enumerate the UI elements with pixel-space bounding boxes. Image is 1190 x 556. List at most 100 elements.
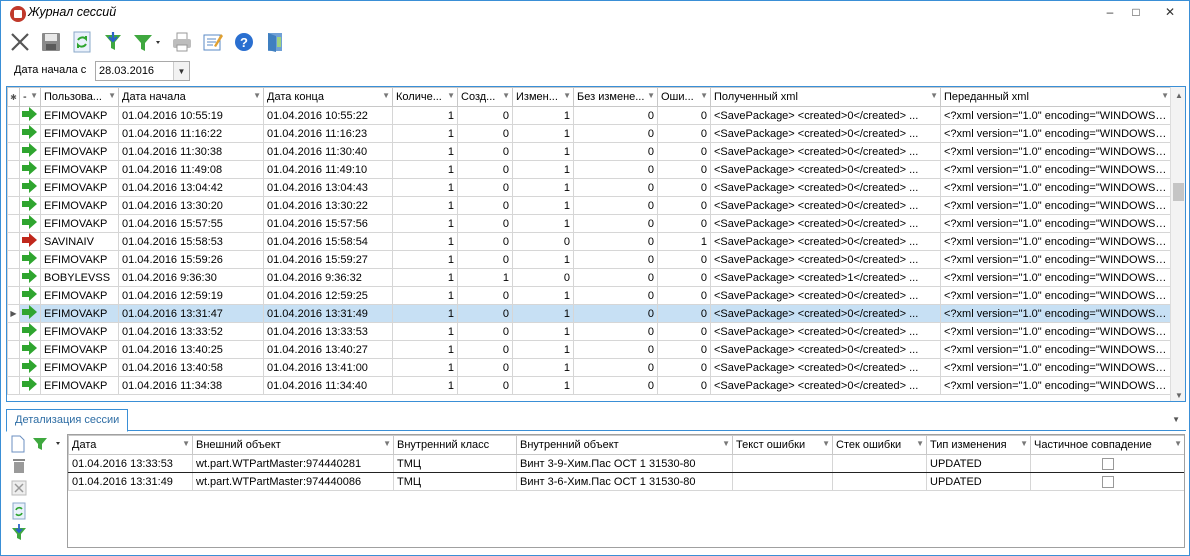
table-row[interactable]: EFIMOVAKP 01.04.2016 13:40:25 01.04.2016 1… xyxy=(7,340,1172,359)
detail-toolbar xyxy=(10,435,64,545)
column-header-created[interactable]: Созд... ▼ xyxy=(457,87,513,107)
table-row[interactable]: EFIMOVAKP 01.04.2016 10:55:19 01.04.2016 1… xyxy=(7,106,1172,125)
row-indicator[interactable]: ▶ xyxy=(7,304,20,323)
maximize-button[interactable]: □ xyxy=(1119,1,1153,23)
column-header-end-date[interactable]: Дата конца ▼ xyxy=(263,87,393,107)
column-header-sent-xml[interactable]: Переданный xml ▼ xyxy=(940,87,1172,107)
row-indicator[interactable] xyxy=(7,124,20,143)
detail-header-error-text[interactable]: Текст ошибки ▼ xyxy=(732,435,833,455)
errors-cell: 0 xyxy=(657,106,711,125)
detail-header-external-object[interactable]: Внешний объект ▼ xyxy=(192,435,394,455)
column-header-errors[interactable]: Оши... ▼ xyxy=(657,87,711,107)
start-date-picker[interactable]: 28.03.2016 ▼ xyxy=(95,61,190,81)
close-window-button[interactable]: ✕ xyxy=(1153,1,1187,23)
table-row[interactable]: EFIMOVAKP 01.04.2016 15:59:26 01.04.2016 1… xyxy=(7,250,1172,269)
table-row[interactable]: EFIMOVAKP 01.04.2016 12:59:19 01.04.2016 1… xyxy=(7,286,1172,305)
filter-icon[interactable] xyxy=(130,29,164,55)
row-indicator[interactable] xyxy=(7,160,20,179)
table-row[interactable]: EFIMOVAKP 01.04.2016 15:57:55 01.04.2016 1… xyxy=(7,214,1172,233)
help-icon[interactable]: ? xyxy=(230,29,257,55)
row-indicator[interactable] xyxy=(7,214,20,233)
filter-icon[interactable] xyxy=(32,436,62,455)
refresh-icon[interactable] xyxy=(11,502,27,523)
detail-header-partial-match[interactable]: Частичное совпадение ▼ xyxy=(1030,435,1184,455)
end-date-cell: 01.04.2016 13:04:43 xyxy=(263,178,393,197)
table-row[interactable]: SAVINAIV 01.04.2016 15:58:53 01.04.2016 15… xyxy=(7,232,1172,251)
table-row[interactable]: EFIMOVAKP 01.04.2016 11:34:38 01.04.2016 1… xyxy=(7,376,1172,395)
column-header-user[interactable]: Пользова... ▼ xyxy=(40,87,119,107)
table-row[interactable]: EFIMOVAKP 01.04.2016 11:16:22 01.04.2016 1… xyxy=(7,124,1172,143)
detail-header-error-stack[interactable]: Стек ошибки ▼ xyxy=(832,435,927,455)
row-indicator[interactable] xyxy=(7,376,20,395)
scroll-up-icon[interactable]: ▲ xyxy=(1171,87,1185,103)
row-indicator[interactable] xyxy=(7,106,20,125)
changed-cell: 1 xyxy=(512,358,574,377)
save-icon[interactable] xyxy=(37,29,64,55)
exit-icon[interactable] xyxy=(261,29,288,55)
column-header-unchanged[interactable]: Без измене... ▼ xyxy=(573,87,658,107)
table-row[interactable]: EFIMOVAKP 01.04.2016 13:40:58 01.04.2016 1… xyxy=(7,358,1172,377)
column-header-count[interactable]: Количе... ▼ xyxy=(392,87,458,107)
chevron-down-icon[interactable]: ▼ xyxy=(173,62,189,80)
scroll-down-icon[interactable]: ▼ xyxy=(1171,387,1185,401)
row-indicator[interactable] xyxy=(7,358,20,377)
changed-cell: 1 xyxy=(512,142,574,161)
row-indicator[interactable] xyxy=(7,142,20,161)
row-indicator[interactable] xyxy=(7,250,20,269)
column-header-status[interactable]: - ▼ xyxy=(19,87,41,107)
table-row[interactable]: ▶ EFIMOVAKP 01.04.2016 13:31:47 01.04.2016 … xyxy=(7,304,1172,323)
start-date-cell: 01.04.2016 15:57:55 xyxy=(118,214,264,233)
row-indicator[interactable] xyxy=(7,196,20,215)
print-icon[interactable] xyxy=(168,29,195,55)
created-cell: 0 xyxy=(457,214,513,233)
start-date-cell: 01.04.2016 9:36:30 xyxy=(118,268,264,287)
sessions-scrollbar[interactable]: ▲ ▼ xyxy=(1170,87,1185,401)
sent-xml-cell: <?xml version="1.0" encoding="WINDOWS-..… xyxy=(940,232,1172,251)
new-document-icon[interactable] xyxy=(10,435,26,456)
user-cell: EFIMOVAKP xyxy=(40,358,119,377)
header-asterisk[interactable]: ✱ xyxy=(7,87,20,107)
detail-header-date[interactable]: Дата ▼ xyxy=(68,435,193,455)
received-xml-cell: <SavePackage> <created>0</created> ... xyxy=(710,232,941,251)
scroll-thumb[interactable] xyxy=(1173,183,1184,201)
row-indicator[interactable] xyxy=(7,232,20,251)
table-row[interactable]: EFIMOVAKP 01.04.2016 13:30:20 01.04.2016 1… xyxy=(7,196,1172,215)
table-row[interactable]: EFIMOVAKP 01.04.2016 13:33:52 01.04.2016 1… xyxy=(7,322,1172,341)
received-xml-cell: <SavePackage> <created>0</created> ... xyxy=(710,214,941,233)
tab-session-detail[interactable]: Детализация сессии xyxy=(6,409,129,432)
table-row[interactable]: EFIMOVAKP 01.04.2016 11:30:38 01.04.2016 1… xyxy=(7,142,1172,161)
detail-header-internal-class[interactable]: Внутренний класс xyxy=(393,435,517,455)
created-cell: 0 xyxy=(457,178,513,197)
partial-match-checkbox[interactable] xyxy=(1101,475,1114,488)
count-cell: 1 xyxy=(392,232,458,251)
row-indicator[interactable] xyxy=(7,286,20,305)
detail-header-change-type[interactable]: Тип изменения ▼ xyxy=(926,435,1031,455)
detail-row[interactable]: 01.04.2016 13:33:53 wt.part.WTPartMaster… xyxy=(68,454,1184,473)
table-row[interactable]: BOBYLEVSS 01.04.2016 9:36:30 01.04.2016 9:… xyxy=(7,268,1172,287)
filter-apply-icon[interactable] xyxy=(11,524,29,545)
errors-cell: 0 xyxy=(657,124,711,143)
start-date-value[interactable]: 28.03.2016 xyxy=(99,65,154,77)
table-row[interactable]: EFIMOVAKP 01.04.2016 11:49:08 01.04.2016 1… xyxy=(7,160,1172,179)
row-indicator[interactable] xyxy=(7,340,20,359)
table-row[interactable]: EFIMOVAKP 01.04.2016 13:04:42 01.04.2016 1… xyxy=(7,178,1172,197)
delete-icon[interactable] xyxy=(11,457,27,477)
edit-icon[interactable] xyxy=(199,29,226,55)
row-indicator[interactable] xyxy=(7,178,20,197)
partial-match-checkbox[interactable] xyxy=(1101,457,1114,470)
column-header-received-xml[interactable]: Полученный xml ▼ xyxy=(710,87,941,107)
close-icon[interactable] xyxy=(6,29,33,55)
detail-header-internal-object[interactable]: Внутренний объект ▼ xyxy=(516,435,733,455)
detail-row[interactable]: 01.04.2016 13:31:49 wt.part.WTPartMaster… xyxy=(68,472,1184,491)
toolbar: ? xyxy=(6,28,288,56)
row-indicator[interactable] xyxy=(7,268,20,287)
filter-apply-icon[interactable] xyxy=(99,29,126,55)
column-header-changed[interactable]: Измен... ▼ xyxy=(512,87,574,107)
cancel-icon[interactable] xyxy=(11,480,27,499)
chevron-down-icon[interactable]: ▼ xyxy=(1172,415,1180,424)
sent-xml-cell: <?xml version="1.0" encoding="WINDOWS-..… xyxy=(940,340,1172,359)
created-cell: 0 xyxy=(457,196,513,215)
refresh-icon[interactable] xyxy=(68,29,95,55)
row-indicator[interactable] xyxy=(7,322,20,341)
column-header-start-date[interactable]: Дата начала ▼ xyxy=(118,87,264,107)
